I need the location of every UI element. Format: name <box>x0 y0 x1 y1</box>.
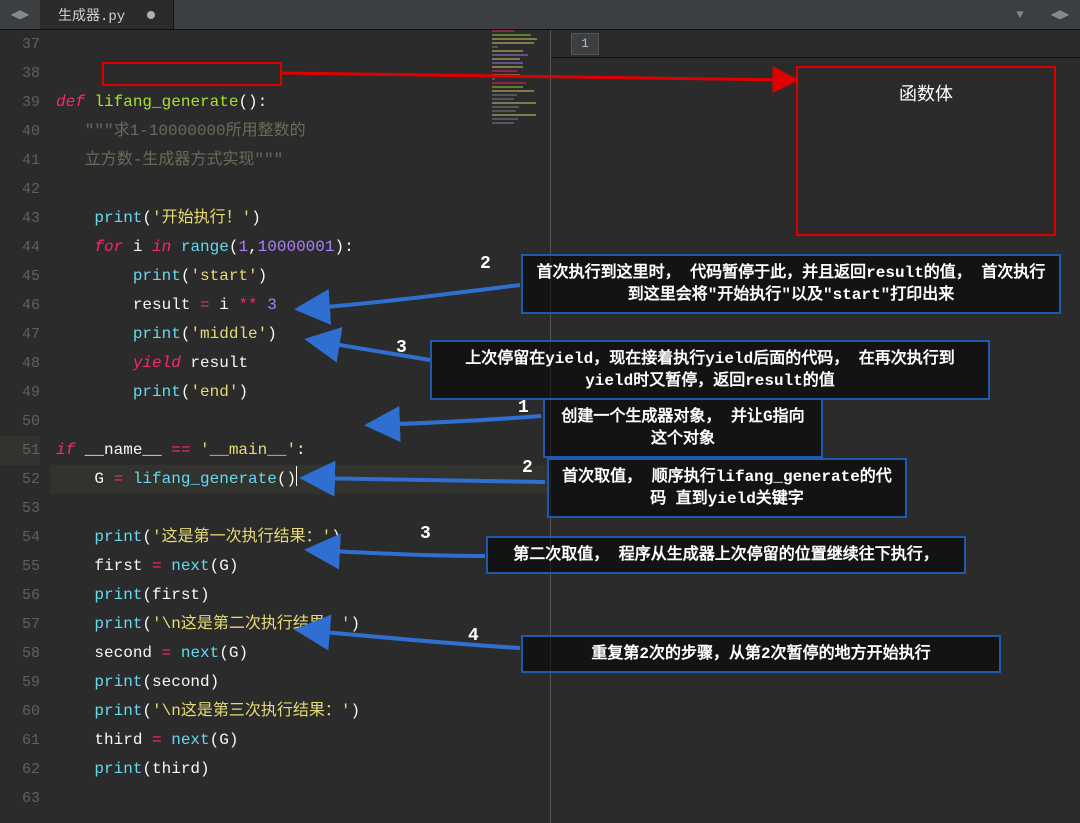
secondary-pane[interactable]: 1 <box>550 30 1080 823</box>
cursor-icon <box>296 466 297 486</box>
tab-filename: 生成器.py <box>58 5 125 25</box>
tab-spacer <box>174 0 1000 29</box>
line-gutter: 373839 404142 434445 464748 495051 52535… <box>0 30 50 823</box>
editor-window: ◀▶ 生成器.py ▼ ◀▶ 373839 404142 434445 4647… <box>0 0 1080 823</box>
secondary-pane-header: 1 <box>551 30 1080 58</box>
secondary-pane-slot[interactable]: 1 <box>571 33 599 55</box>
tab-bar: ◀▶ 生成器.py ▼ ◀▶ <box>0 0 1080 30</box>
tab-file[interactable]: 生成器.py <box>40 0 174 29</box>
code-area[interactable]: def lifang_generate(): """求1-10000000所用整… <box>50 30 550 823</box>
code-pane[interactable]: 373839 404142 434445 464748 495051 52535… <box>0 30 550 823</box>
tab-prev-button[interactable]: ◀▶ <box>0 0 40 29</box>
editor-split: 373839 404142 434445 464748 495051 52535… <box>0 30 1080 823</box>
tab-dropdown-button[interactable]: ▼ <box>1000 0 1040 29</box>
unsaved-dot-icon <box>147 11 155 19</box>
pane-nav-button[interactable]: ◀▶ <box>1040 0 1080 29</box>
